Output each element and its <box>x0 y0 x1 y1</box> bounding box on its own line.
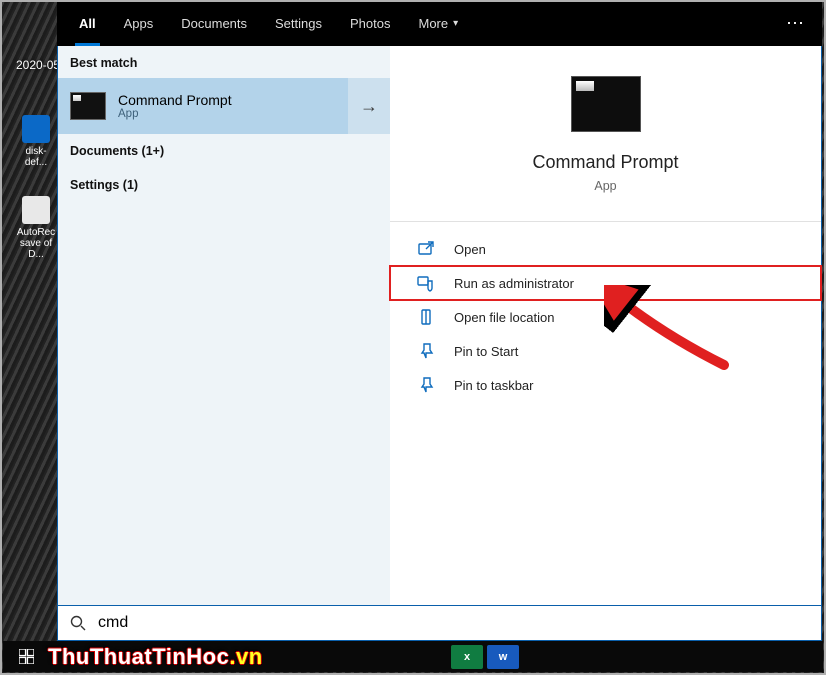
search-tabs: All Apps Documents Settings Photos More … <box>57 0 822 46</box>
tab-settings[interactable]: Settings <box>261 0 336 46</box>
open-icon <box>416 239 436 259</box>
tab-all[interactable]: All <box>65 0 110 46</box>
pin-icon <box>416 341 436 361</box>
action-open[interactable]: Open <box>390 232 821 266</box>
best-match-title: Command Prompt <box>118 92 348 108</box>
tab-photos[interactable]: Photos <box>336 0 404 46</box>
preview-sub: App <box>594 179 616 193</box>
taskbar-app-excel[interactable]: x <box>451 645 483 669</box>
command-prompt-preview-icon <box>571 76 641 132</box>
expand-arrow-icon[interactable]: → <box>348 78 390 134</box>
preview-title: Command Prompt <box>532 152 678 173</box>
category-settings[interactable]: Settings (1) <box>58 168 390 202</box>
desktop-icon-autorec[interactable]: AutoRec save of D... <box>16 196 56 260</box>
tab-apps[interactable]: Apps <box>110 0 168 46</box>
folder-icon <box>416 307 436 327</box>
search-box <box>57 605 822 641</box>
search-input[interactable] <box>98 614 821 632</box>
pin-taskbar-icon <box>416 375 436 395</box>
tab-more[interactable]: More ▾ <box>404 0 472 46</box>
admin-shield-icon <box>416 273 436 293</box>
tab-documents[interactable]: Documents <box>167 0 261 46</box>
search-icon <box>68 613 88 633</box>
chevron-down-icon: ▾ <box>453 18 458 29</box>
watermark: ThuThuatTinHoc.vn <box>48 644 263 670</box>
best-match-command-prompt[interactable]: Command Prompt App → <box>58 78 390 134</box>
results-panel: Best match Command Prompt App → Document… <box>58 46 390 605</box>
best-match-sub: App <box>118 108 348 120</box>
category-documents[interactable]: Documents (1+) <box>58 134 390 168</box>
desktop-icon-disk[interactable]: disk-def... <box>16 115 56 168</box>
start-button[interactable] <box>3 641 49 672</box>
annotation-arrow-icon <box>604 285 744 385</box>
more-options-button[interactable]: ⋯ <box>786 0 806 46</box>
command-prompt-icon <box>70 92 106 120</box>
taskbar-app-word[interactable]: w <box>487 645 519 669</box>
best-match-header: Best match <box>58 46 390 78</box>
